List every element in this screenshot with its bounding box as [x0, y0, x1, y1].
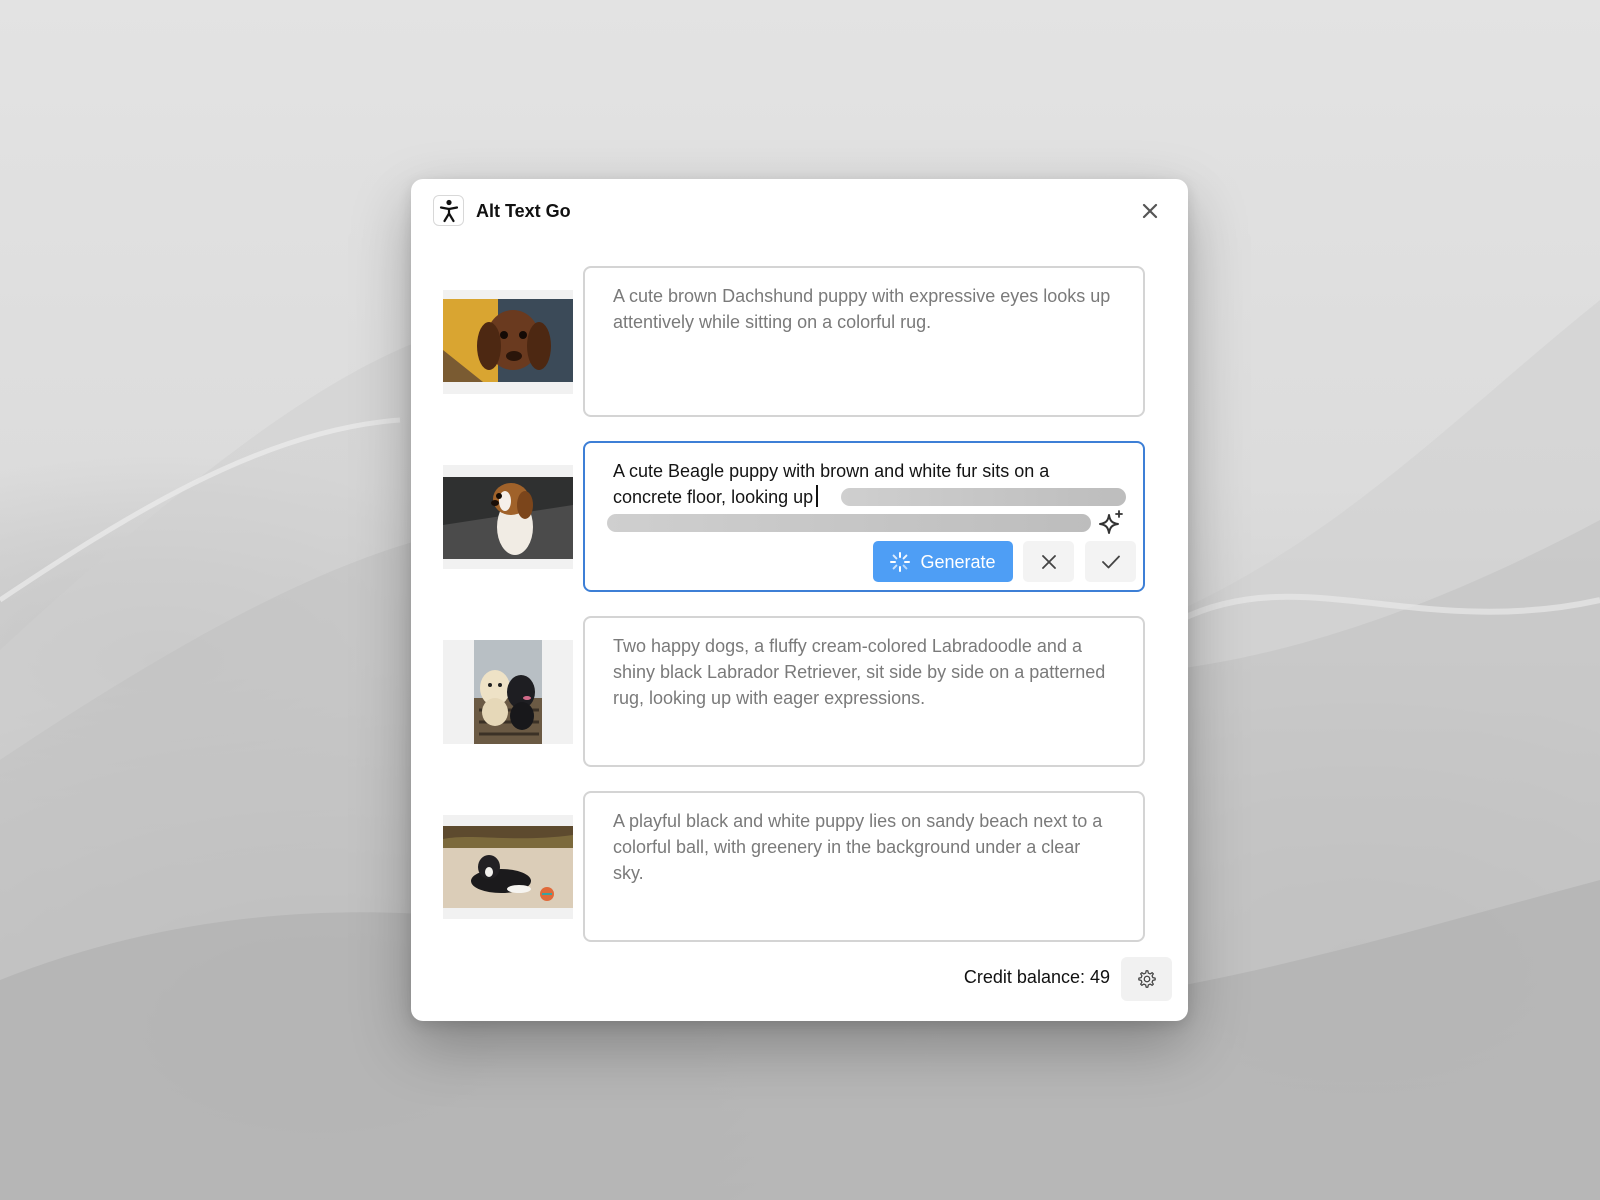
gear-icon: [1137, 970, 1156, 988]
close-icon: [1041, 554, 1056, 569]
image-row: Two happy dogs, a fluffy cream-colored L…: [443, 616, 1145, 767]
confirm-button[interactable]: [1085, 541, 1136, 582]
loading-skeleton-line: [607, 514, 1091, 532]
image-thumbnail-dachshund[interactable]: [443, 290, 573, 394]
close-icon: [1142, 203, 1158, 219]
alt-text-field[interactable]: A cute brown Dachshund puppy with expres…: [583, 266, 1145, 417]
settings-button[interactable]: [1121, 957, 1172, 1001]
text-cursor: [816, 485, 819, 507]
alt-text-dialog: Alt Text Go A cute brown Dachshund puppy…: [411, 179, 1188, 1021]
image-row: A cute brown Dachshund puppy with expres…: [443, 266, 1145, 417]
ai-sparkle-icon: [1098, 509, 1126, 537]
generate-button[interactable]: Generate: [873, 541, 1013, 582]
credit-balance: Credit balance: 49: [963, 967, 1110, 987]
image-row: A playful black and white puppy lies on …: [443, 791, 1145, 942]
close-button[interactable]: [1136, 197, 1164, 225]
cancel-button[interactable]: [1023, 541, 1074, 582]
alt-text-field-active[interactable]: A cute Beagle puppy with brown and white…: [583, 441, 1145, 592]
alt-text-field[interactable]: Two happy dogs, a fluffy cream-colored L…: [583, 616, 1145, 767]
alt-text-field[interactable]: A playful black and white puppy lies on …: [583, 791, 1145, 942]
image-thumbnail-two-dogs[interactable]: [443, 640, 573, 744]
image-row-active: A cute Beagle puppy with brown and white…: [443, 441, 1145, 592]
accessibility-icon: [433, 195, 464, 226]
alt-text-value: Two happy dogs, a fluffy cream-colored L…: [613, 636, 1106, 708]
checkmark-icon: [1101, 555, 1120, 568]
alt-text-value: A cute brown Dachshund puppy with expres…: [613, 286, 1111, 332]
image-thumbnail-beach-puppy[interactable]: [443, 815, 573, 919]
generate-label: Generate: [920, 551, 996, 572]
loading-spinner-icon: [890, 551, 911, 572]
app-title: Alt Text Go: [476, 201, 571, 221]
loading-skeleton-line: [841, 488, 1126, 506]
dialog-header: Alt Text Go: [433, 195, 1170, 229]
image-thumbnail-beagle[interactable]: [443, 465, 573, 569]
alt-text-value: A playful black and white puppy lies on …: [613, 811, 1103, 883]
